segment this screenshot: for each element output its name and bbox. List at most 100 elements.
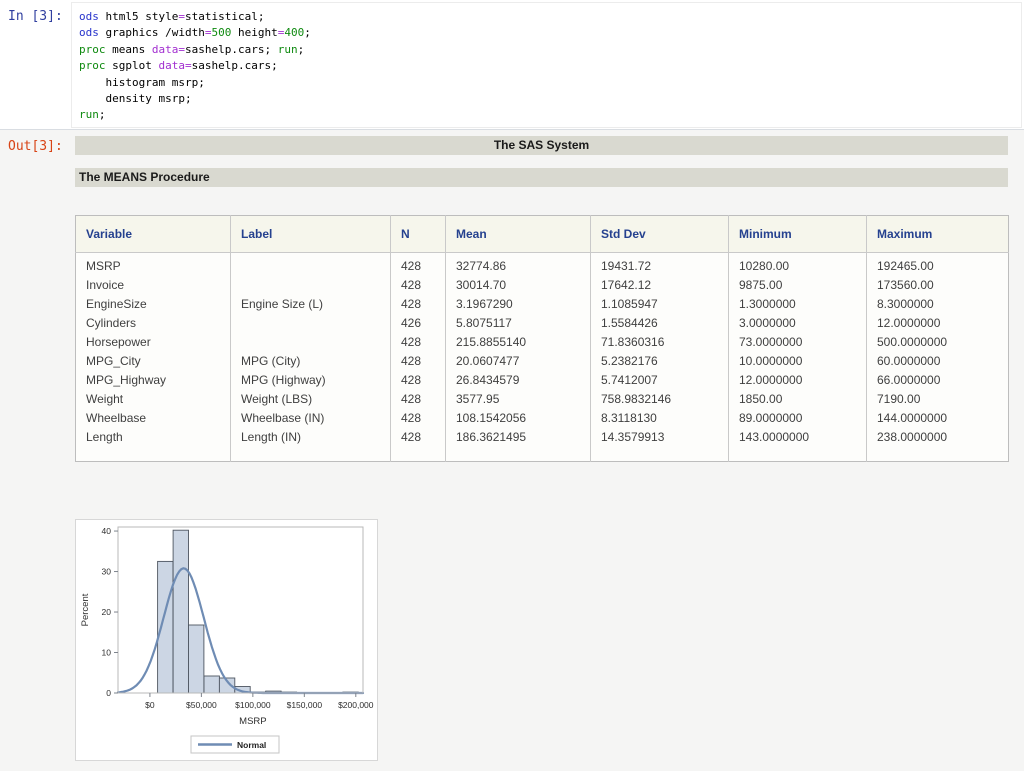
table-cell: 500.0000000	[867, 333, 1009, 352]
table-cell	[231, 314, 391, 333]
table-row: WheelbaseWheelbase (IN)428108.15420568.3…	[76, 409, 1009, 428]
table-cell: 66.0000000	[867, 371, 1009, 390]
table-row: MPG_HighwayMPG (Highway)42826.84345795.7…	[76, 371, 1009, 390]
table-cell: 108.1542056	[446, 409, 591, 428]
table-row: Invoice42830014.7017642.129875.00173560.…	[76, 276, 1009, 295]
table-cell: 8.3118130	[591, 409, 729, 428]
table-cell: 12.0000000	[729, 371, 867, 390]
table-cell: MSRP	[76, 253, 231, 277]
table-cell: 26.8434579	[446, 371, 591, 390]
table-cell: Invoice	[76, 276, 231, 295]
table-cell: 186.3621495	[446, 428, 591, 447]
table-cell: 1850.00	[729, 390, 867, 409]
column-header: N	[391, 216, 446, 253]
histogram-bar	[173, 530, 188, 693]
x-tick-label: $100,000	[235, 700, 271, 710]
code-line: ods html5 style=statistical;	[79, 9, 311, 25]
code-line: proc sgplot data=sashelp.cars;	[79, 58, 311, 74]
table-cell: 9875.00	[729, 276, 867, 295]
table-cell: 1.1085947	[591, 295, 729, 314]
column-header: Minimum	[729, 216, 867, 253]
table-cell: 428	[391, 352, 446, 371]
y-tick-label: 40	[102, 526, 112, 536]
code-text: ods html5 style=statistical;ods graphics…	[79, 9, 311, 124]
code-line: ods graphics /width=500 height=400;	[79, 25, 311, 41]
table-cell: 215.8855140	[446, 333, 591, 352]
table-cell: EngineSize	[76, 295, 231, 314]
table-row: EngineSizeEngine Size (L)4283.19672901.1…	[76, 295, 1009, 314]
plot-frame	[118, 527, 363, 693]
table-cell: MPG_City	[76, 352, 231, 371]
y-tick-label: 10	[102, 648, 112, 658]
table-row: MPG_CityMPG (City)42820.06074775.2382176…	[76, 352, 1009, 371]
table-cell: 8.3000000	[867, 295, 1009, 314]
table-row: Horsepower428215.885514071.836031673.000…	[76, 333, 1009, 352]
table-cell: 1.3000000	[729, 295, 867, 314]
y-tick-label: 20	[102, 607, 112, 617]
table-cell: 192465.00	[867, 253, 1009, 277]
msrp-histogram-chart: 010203040$0$50,000$100,000$150,000$200,0…	[76, 520, 379, 762]
table-cell: 758.9832146	[591, 390, 729, 409]
table-cell: Cylinders	[76, 314, 231, 333]
table-cell: 73.0000000	[729, 333, 867, 352]
table-cell: Weight (LBS)	[231, 390, 391, 409]
legend-label: Normal	[237, 740, 266, 750]
y-axis-label: Percent	[80, 593, 91, 626]
table-cell: 5.8075117	[446, 314, 591, 333]
means-table: VariableLabelNMeanStd DevMinimumMaximum …	[75, 215, 1009, 462]
means-table-header: VariableLabelNMeanStd DevMinimumMaximum	[76, 216, 1009, 253]
table-cell: 426	[391, 314, 446, 333]
table-bottom-padding	[76, 447, 1009, 461]
input-prompt: In [3]:	[8, 9, 63, 24]
histogram-bar	[158, 561, 173, 693]
normal-density-curve	[118, 568, 363, 693]
x-tick-label: $0	[145, 700, 155, 710]
table-cell	[231, 333, 391, 352]
table-cell: 60.0000000	[867, 352, 1009, 371]
means-procedure-banner: The MEANS Procedure	[75, 168, 1008, 187]
table-cell: Length (IN)	[231, 428, 391, 447]
y-tick-label: 30	[102, 567, 112, 577]
table-cell: 428	[391, 371, 446, 390]
code-line: proc means data=sashelp.cars; run;	[79, 42, 311, 58]
notebook-input-cell: In [3]: ods html5 style=statistical;ods …	[0, 0, 1024, 130]
column-header: Mean	[446, 216, 591, 253]
histogram-bar	[189, 625, 204, 693]
table-cell: 14.3579913	[591, 428, 729, 447]
table-cell: 32774.86	[446, 253, 591, 277]
table-cell: 428	[391, 390, 446, 409]
x-tick-label: $50,000	[186, 700, 217, 710]
table-cell: 89.0000000	[729, 409, 867, 428]
code-line: run;	[79, 107, 311, 123]
table-cell: 5.2382176	[591, 352, 729, 371]
histogram-figure: 010203040$0$50,000$100,000$150,000$200,0…	[75, 519, 378, 761]
table-cell: MPG_Highway	[76, 371, 231, 390]
table-cell: 10280.00	[729, 253, 867, 277]
table-cell: 20.0607477	[446, 352, 591, 371]
table-cell: 238.0000000	[867, 428, 1009, 447]
table-row: Cylinders4265.80751171.55844263.00000001…	[76, 314, 1009, 333]
code-editor[interactable]: ods html5 style=statistical;ods graphics…	[71, 2, 1022, 128]
table-cell: 428	[391, 253, 446, 277]
table-cell: 3.1967290	[446, 295, 591, 314]
table-row: MSRP 42832774.8619431.7210280.00192465.00	[76, 253, 1009, 277]
table-cell: Length	[76, 428, 231, 447]
table-cell: 5.7412007	[591, 371, 729, 390]
table-cell: 3.0000000	[729, 314, 867, 333]
table-row: LengthLength (IN)428186.362149514.357991…	[76, 428, 1009, 447]
table-cell: 143.0000000	[729, 428, 867, 447]
table-cell: MPG (Highway)	[231, 371, 391, 390]
column-header: Label	[231, 216, 391, 253]
y-tick-label: 0	[106, 688, 111, 698]
sas-system-banner: The SAS System	[75, 136, 1008, 155]
table-cell	[231, 276, 391, 295]
column-header: Std Dev	[591, 216, 729, 253]
means-table-container: VariableLabelNMeanStd DevMinimumMaximum …	[75, 215, 1009, 462]
x-axis-label: MSRP	[239, 716, 266, 727]
code-line: histogram msrp;	[79, 75, 311, 91]
table-cell: MPG (City)	[231, 352, 391, 371]
table-cell: 19431.72	[591, 253, 729, 277]
table-cell: 17642.12	[591, 276, 729, 295]
table-cell: Weight	[76, 390, 231, 409]
table-cell: 10.0000000	[729, 352, 867, 371]
